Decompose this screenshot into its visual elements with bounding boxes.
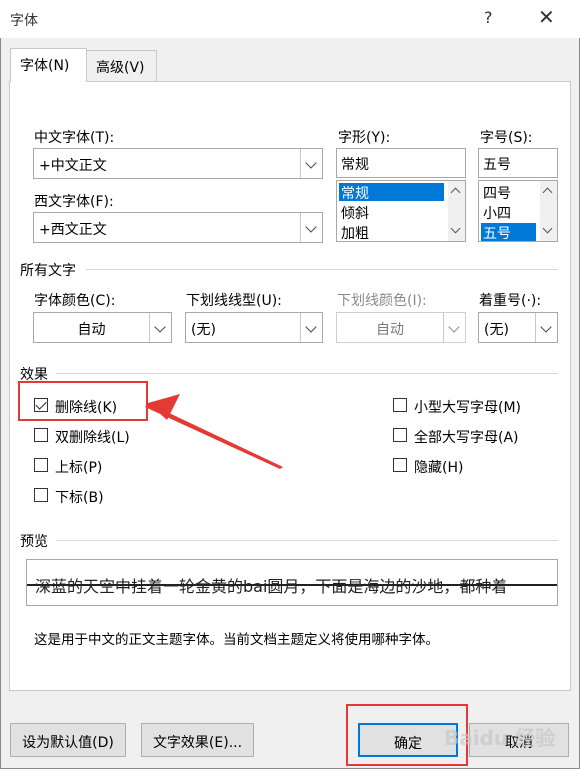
underline-type-combo[interactable]: (无) (185, 312, 323, 343)
set-default-button[interactable]: 设为默认值(D) (10, 723, 126, 757)
list-item[interactable]: 五号 (481, 223, 536, 242)
close-icon[interactable]: ✕ (538, 5, 555, 29)
chevron-down-icon[interactable] (300, 213, 322, 242)
chinese-font-value: +中文正文 (39, 158, 107, 174)
style-listbox[interactable]: 常规 倾斜 加粗 (336, 180, 466, 242)
superscript-checkbox[interactable] (34, 458, 48, 472)
section-divider (56, 540, 558, 541)
scrollbar[interactable] (540, 181, 557, 241)
list-item[interactable]: 倾斜 (339, 203, 369, 222)
chevron-down-icon[interactable] (300, 149, 322, 178)
size-listbox[interactable]: 四号 小四 五号 (478, 180, 558, 242)
chevron-down-icon[interactable] (149, 313, 171, 342)
annotation-arrow-icon (145, 394, 283, 469)
hidden-checkbox[interactable] (393, 458, 407, 472)
strikethrough-highlight-box (18, 381, 148, 421)
scroll-up-icon[interactable] (542, 187, 553, 198)
chevron-down-icon[interactable] (535, 313, 557, 342)
emphasis-label: 着重号(·): (479, 293, 542, 309)
chinese-font-label: 中文字体(T): (34, 130, 115, 146)
style-input-value: 常规 (341, 157, 369, 173)
font-color-label: 字体颜色(C): (34, 293, 116, 309)
strikethrough-line (27, 584, 557, 586)
section-divider (56, 373, 558, 374)
western-font-value: +西文正文 (39, 222, 107, 238)
scroll-down-icon[interactable] (542, 223, 553, 234)
chinese-font-combo[interactable]: +中文正文 (33, 148, 323, 179)
emphasis-combo[interactable]: (无) (478, 312, 558, 343)
superscript-label[interactable]: 上标(P) (55, 457, 102, 477)
preview-box: 深蓝的天空中挂着一轮金黄的bai圆月，下面是海边的沙地，都种着 (26, 559, 558, 606)
text-effects-button[interactable]: 文字效果(E)... (141, 723, 254, 757)
chevron-down-icon (443, 313, 465, 342)
western-font-combo[interactable]: +西文正文 (33, 212, 323, 243)
list-item[interactable]: 四号 (481, 183, 511, 202)
font-color-value: 自动 (77, 322, 106, 338)
small-caps-checkbox[interactable] (393, 398, 407, 412)
all-text-section-label: 所有文字 (20, 263, 76, 279)
small-caps-label[interactable]: 小型大写字母(M) (414, 397, 521, 417)
emphasis-value: (无) (484, 322, 509, 338)
watermark: Baidu 经验 (444, 726, 556, 750)
chevron-down-icon[interactable] (300, 313, 322, 342)
font-color-combo[interactable]: 自动 (33, 312, 172, 343)
list-item[interactable]: 小四 (481, 203, 511, 222)
size-input-value: 五号 (483, 157, 511, 173)
tab-advanced[interactable]: 高级(V) (86, 50, 157, 81)
size-label: 字号(S): (480, 130, 533, 146)
style-input[interactable]: 常规 (336, 148, 466, 178)
title-bar: 字体 ? ✕ (0, 0, 580, 38)
scroll-up-icon[interactable] (450, 187, 461, 198)
preview-description: 这是用于中文的正文主题字体。当前文档主题定义将使用哪种字体。 (34, 632, 439, 648)
subscript-label[interactable]: 下标(B) (55, 487, 104, 507)
section-divider (86, 269, 558, 270)
style-label: 字形(Y): (338, 130, 391, 146)
subscript-checkbox[interactable] (34, 488, 48, 502)
scroll-down-icon[interactable] (450, 223, 461, 234)
hidden-label[interactable]: 隐藏(H) (414, 457, 463, 477)
underline-color-combo: 自动 (336, 312, 466, 343)
underline-color-label: 下划线颜色(I): (337, 293, 427, 309)
underline-type-value: (无) (191, 322, 216, 338)
preview-section-label: 预览 (20, 534, 48, 550)
all-caps-checkbox[interactable] (393, 428, 407, 442)
underline-type-label: 下划线线型(U): (186, 293, 282, 309)
double-strikethrough-label[interactable]: 双删除线(L) (55, 427, 130, 447)
underline-color-value: 自动 (376, 322, 404, 338)
double-strikethrough-checkbox[interactable] (34, 428, 48, 442)
help-icon[interactable]: ? (484, 8, 493, 27)
all-caps-label[interactable]: 全部大写字母(A) (414, 427, 519, 447)
dialog-title: 字体 (10, 13, 38, 29)
scrollbar[interactable] (448, 181, 465, 241)
western-font-label: 西文字体(F): (34, 194, 114, 210)
list-item[interactable]: 加粗 (339, 223, 369, 242)
tab-font[interactable]: 字体(N) (10, 48, 87, 82)
size-input[interactable]: 五号 (478, 148, 558, 178)
list-item[interactable]: 常规 (339, 183, 444, 202)
